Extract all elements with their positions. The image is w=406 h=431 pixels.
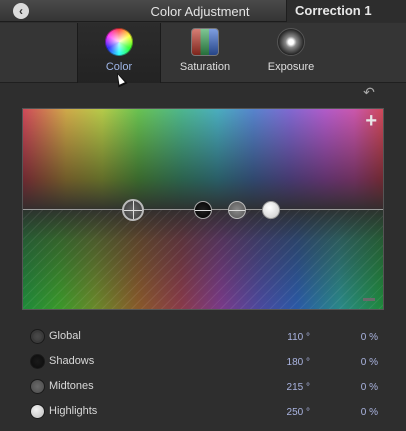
percent-value[interactable]: 0 %: [340, 357, 378, 368]
title-bar: ‹ Color Adjustment Correction 1: [0, 0, 406, 22]
color-board-upper: [23, 109, 383, 209]
puck-shadows[interactable]: [194, 201, 212, 219]
row-label: Global: [49, 330, 81, 342]
row-label: Midtones: [49, 380, 94, 392]
plus-icon[interactable]: +: [365, 111, 377, 131]
percent-value[interactable]: 0 %: [340, 382, 378, 393]
correction-name[interactable]: Correction 1: [286, 0, 406, 22]
puck-midtones[interactable]: [228, 201, 246, 219]
tab-saturation-label: Saturation: [179, 61, 231, 73]
radio-midtones[interactable]: [30, 379, 45, 394]
saturation-icon: [191, 28, 219, 56]
row-highlights: Highlights 250 ° 0 %: [0, 400, 406, 424]
percent-value[interactable]: 0 %: [340, 332, 378, 343]
angle-value[interactable]: 110 °: [265, 332, 310, 343]
radio-shadows[interactable]: [30, 354, 45, 369]
tab-exposure-label: Exposure: [267, 61, 315, 73]
angle-value[interactable]: 250 °: [265, 407, 310, 418]
percent-value[interactable]: 0 %: [340, 407, 378, 418]
puck-highlights[interactable]: [262, 201, 280, 219]
color-board-lower: [23, 209, 383, 309]
tab-exposure[interactable]: Exposure: [251, 23, 331, 83]
radio-global[interactable]: [30, 329, 45, 344]
back-arrow-icon[interactable]: ‹: [13, 3, 29, 19]
reset-icon[interactable]: ↶: [361, 84, 377, 100]
row-midtones: Midtones 215 ° 0 %: [0, 375, 406, 399]
minus-icon: [363, 298, 375, 301]
tab-bar: Color Saturation Exposure: [0, 23, 406, 88]
puck-global[interactable]: [122, 199, 144, 221]
exposure-icon: [277, 28, 305, 56]
window-title: Color Adjustment: [150, 4, 250, 19]
row-label: Shadows: [49, 355, 95, 367]
tab-saturation[interactable]: Saturation: [165, 23, 245, 83]
row-global: Global 110 ° 0 %: [0, 325, 406, 349]
row-label: Highlights: [49, 405, 98, 417]
row-shadows: Shadows 180 ° 0 %: [0, 350, 406, 374]
angle-value[interactable]: 215 °: [265, 382, 310, 393]
color-wheel-icon: [105, 28, 133, 56]
color-board[interactable]: +: [22, 108, 384, 310]
angle-value[interactable]: 180 °: [265, 357, 310, 368]
radio-highlights[interactable]: [30, 404, 45, 419]
